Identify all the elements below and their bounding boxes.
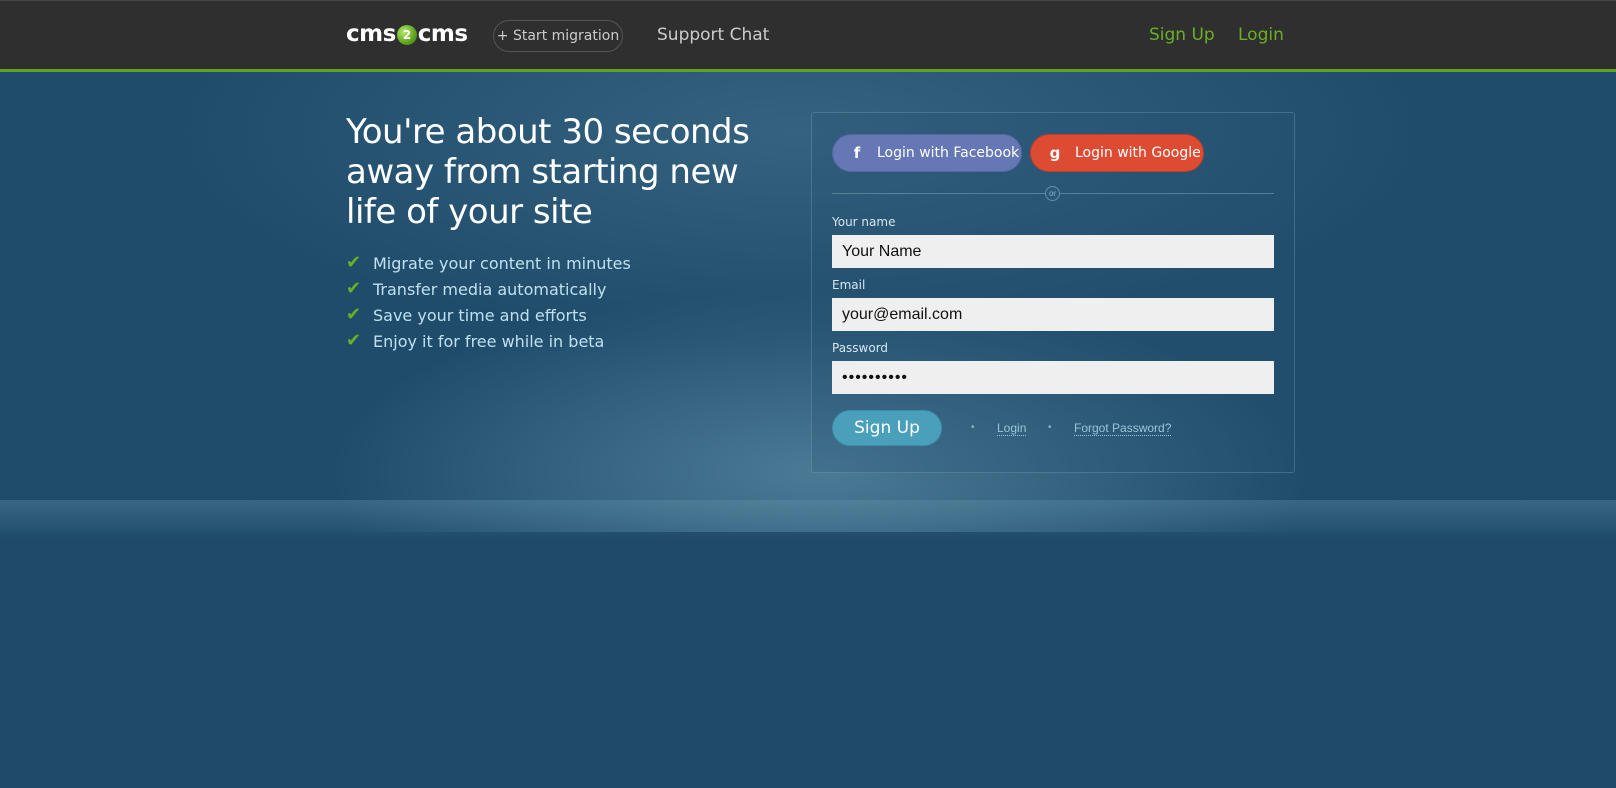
login-link[interactable]: Login — [997, 421, 1027, 436]
page-headline: You're about 30 seconds away from starti… — [346, 112, 750, 232]
feature-item: ✔ Save your time and efforts — [346, 302, 631, 328]
forgot-password-link[interactable]: Forgot Password? — [1074, 421, 1172, 436]
password-field[interactable] — [832, 361, 1274, 394]
feature-text: Enjoy it for free while in beta — [373, 331, 605, 351]
google-icon: g — [1049, 144, 1061, 162]
password-label: Password — [832, 341, 889, 355]
hero-fade — [0, 500, 1616, 540]
logo-ball-icon: 2 — [396, 25, 417, 45]
cms2cms-logo[interactable]: cms 2 cms — [346, 21, 468, 47]
top-navbar: cms 2 cms + Start migration Support Chat… — [0, 0, 1616, 72]
support-chat-link[interactable]: Support Chat — [657, 25, 769, 45]
login-facebook-button[interactable]: f Login with Facebook — [832, 134, 1022, 172]
name-field[interactable] — [832, 235, 1274, 268]
nav-login-link[interactable]: Login — [1238, 25, 1284, 45]
feature-text: Save your time and efforts — [373, 305, 587, 325]
checkmark-icon: ✔ — [346, 330, 362, 351]
feature-item: ✔ Migrate your content in minutes — [346, 250, 631, 276]
facebook-button-label: Login with Facebook — [877, 145, 1020, 161]
feature-list: ✔ Migrate your content in minutes ✔ Tran… — [346, 250, 631, 354]
hero-background — [0, 72, 1616, 532]
login-google-button[interactable]: g Login with Google — [1030, 134, 1204, 172]
checkmark-icon: ✔ — [346, 278, 362, 299]
sign-up-button[interactable]: Sign Up — [832, 410, 942, 446]
checkmark-icon: ✔ — [346, 304, 362, 325]
email-label: Email — [832, 278, 866, 292]
nav-sign-up-link[interactable]: Sign Up — [1149, 25, 1215, 45]
feature-item: ✔ Transfer media automatically — [346, 276, 631, 302]
feature-text: Migrate your content in minutes — [373, 253, 631, 273]
or-label: or — [1045, 186, 1060, 201]
feature-text: Transfer media automatically — [373, 279, 607, 299]
checkmark-icon: ✔ — [346, 252, 362, 273]
google-button-label: Login with Google — [1075, 145, 1201, 161]
email-field[interactable] — [832, 298, 1274, 331]
logo-text-right: cms — [417, 21, 468, 47]
facebook-icon: f — [853, 144, 861, 162]
name-label: Your name — [832, 215, 896, 229]
start-migration-button[interactable]: + Start migration — [493, 20, 623, 52]
feature-item: ✔ Enjoy it for free while in beta — [346, 328, 631, 354]
separator-dot: • — [971, 422, 975, 433]
separator-dot: • — [1048, 422, 1052, 433]
logo-text-left: cms — [346, 21, 396, 47]
